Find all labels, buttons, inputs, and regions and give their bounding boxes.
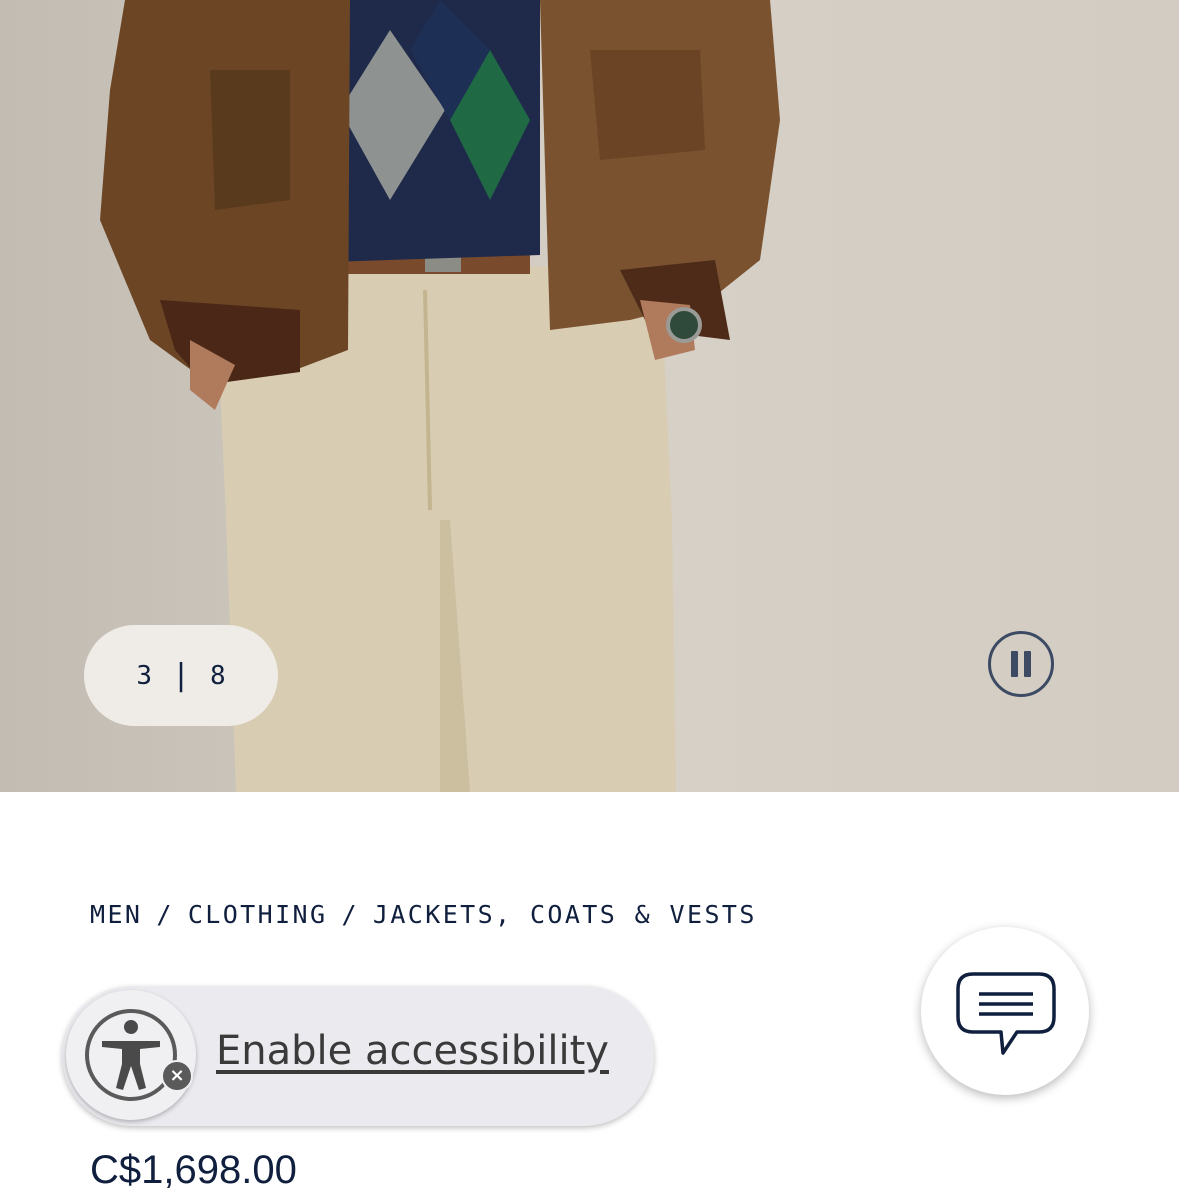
- breadcrumb-link-jackets[interactable]: JACKETS, COATS & VESTS: [373, 900, 757, 929]
- breadcrumb-separator: /: [156, 900, 174, 929]
- chat-bubble-icon: [956, 972, 1056, 1055]
- breadcrumb-link-men[interactable]: MEN: [90, 900, 142, 929]
- enable-accessibility-link[interactable]: Enable accessibility: [216, 1028, 609, 1074]
- accessibility-person-icon: [85, 1009, 177, 1101]
- product-image[interactable]: 3 | 8: [0, 0, 1179, 792]
- counter-separator: |: [171, 658, 191, 693]
- close-icon[interactable]: ×: [161, 1060, 193, 1092]
- pause-icon: [1008, 651, 1034, 677]
- chat-button[interactable]: [921, 927, 1089, 1095]
- product-price: C$1,698.00: [90, 1148, 297, 1192]
- total-image-count: 8: [210, 660, 226, 691]
- pause-button[interactable]: [988, 631, 1054, 697]
- current-image-number: 3: [136, 660, 152, 691]
- breadcrumb: MEN / CLOTHING / JACKETS, COATS & VESTS: [90, 900, 757, 929]
- accessibility-badge[interactable]: ×: [66, 990, 196, 1120]
- enable-accessibility-widget[interactable]: × Enable accessibility: [62, 986, 654, 1126]
- image-counter: 3 | 8: [84, 625, 278, 726]
- breadcrumb-separator: /: [341, 900, 359, 929]
- breadcrumb-link-clothing[interactable]: CLOTHING: [188, 900, 328, 929]
